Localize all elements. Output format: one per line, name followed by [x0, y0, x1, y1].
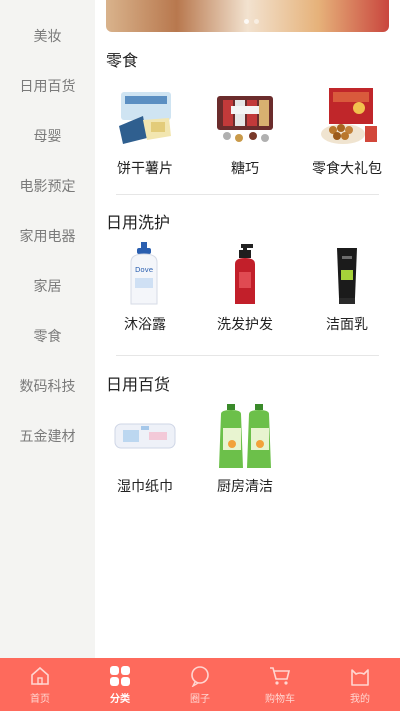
category-content: 零食 饼干薯片 糖巧 零食大礼包 日用洗护 Dove 沐浴露 洗发护发 洁面乳 …	[95, 0, 400, 658]
app-screen: 美妆 日用百货 母婴 电影预定 家用电器 家居 零食 数码科技 五金建材 零食	[0, 0, 400, 711]
product-label: 沐浴露	[124, 317, 166, 333]
section-title-daily-goods: 日用百货	[106, 375, 171, 394]
promo-banner[interactable]	[106, 0, 389, 32]
tab-profile[interactable]: 我的	[320, 658, 400, 711]
sidebar-item-label: 美妆	[33, 29, 62, 45]
product-snack-gift-pack[interactable]: 零食大礼包	[297, 86, 397, 178]
tab-label: 我的	[350, 694, 370, 705]
sidebar-item-label: 家居	[33, 279, 62, 295]
sidebar-item-label: 日用百货	[19, 79, 76, 95]
product-label: 零食大礼包	[312, 161, 382, 177]
sidebar-item-label: 零食	[33, 329, 62, 345]
product-label: 洁面乳	[326, 317, 368, 333]
sidebar-item-daily-goods[interactable]: 日用百货	[0, 76, 95, 96]
tab-label: 圈子	[190, 694, 210, 705]
sidebar-item-movie[interactable]: 电影预定	[0, 176, 95, 196]
category-grid-icon	[109, 665, 131, 687]
tab-community[interactable]: 圈子	[160, 658, 240, 711]
product-kitchen-cleaning[interactable]: 厨房清洁	[195, 404, 295, 496]
product-label: 饼干薯片	[117, 161, 173, 177]
cat-face-icon	[349, 665, 371, 687]
shampoo-bottle-icon	[213, 242, 277, 306]
tab-label: 首页	[30, 694, 50, 705]
product-shampoo[interactable]: 洗发护发	[195, 242, 295, 334]
sidebar-item-snacks[interactable]: 零食	[0, 326, 95, 346]
sidebar-item-label: 母婴	[33, 129, 62, 145]
tab-home[interactable]: 首页	[0, 658, 80, 711]
tab-cart[interactable]: 购物车	[240, 658, 320, 711]
home-icon	[29, 665, 51, 687]
product-candy-chocolate[interactable]: 糖巧	[195, 86, 295, 178]
cart-icon	[269, 665, 291, 687]
product-biscuit-chips[interactable]: 饼干薯片	[95, 86, 195, 178]
biscuit-box-icon	[113, 86, 177, 150]
sidebar-item-label: 家用电器	[19, 229, 76, 245]
sidebar-item-home[interactable]: 家居	[0, 276, 95, 296]
bottom-tab-bar: 首页 分类 圈子 购物车 我的	[0, 658, 400, 711]
sidebar-item-appliances[interactable]: 家用电器	[0, 226, 95, 246]
tab-category[interactable]: 分类	[80, 658, 160, 711]
product-label: 洗发护发	[217, 317, 273, 333]
category-sidebar: 美妆 日用百货 母婴 电影预定 家用电器 家居 零食 数码科技 五金建材	[0, 0, 95, 658]
chocolate-kisses-icon	[213, 86, 277, 150]
sidebar-item-label: 数码科技	[19, 379, 76, 395]
body-wash-bottle-icon: Dove	[113, 242, 177, 306]
section-title-snacks: 零食	[106, 51, 139, 70]
facial-cleanser-tube-icon	[315, 242, 379, 306]
sidebar-item-baby[interactable]: 母婴	[0, 126, 95, 146]
section-divider	[116, 355, 379, 356]
product-label: 糖巧	[231, 161, 259, 177]
sidebar-item-label: 电影预定	[19, 179, 76, 195]
sidebar-item-hardware[interactable]: 五金建材	[0, 426, 95, 446]
tab-label: 购物车	[265, 694, 295, 705]
product-label: 湿巾纸巾	[117, 479, 173, 495]
banner-dot	[244, 19, 249, 24]
chat-bubble-icon	[189, 665, 211, 688]
tab-label: 分类	[110, 694, 130, 705]
banner-dot	[254, 19, 259, 24]
product-wet-wipes[interactable]: 湿巾纸巾	[95, 404, 195, 496]
sidebar-item-label: 五金建材	[19, 429, 76, 445]
product-label: 厨房清洁	[217, 479, 273, 495]
gift-box-nuts-icon	[315, 86, 379, 150]
sidebar-item-digital[interactable]: 数码科技	[0, 376, 95, 396]
svg-text:Dove: Dove	[135, 266, 153, 274]
section-divider	[116, 194, 379, 195]
wet-wipes-pack-icon	[113, 404, 177, 468]
dish-soap-bottles-icon	[213, 404, 277, 468]
product-facial-cleanser[interactable]: 洁面乳	[297, 242, 397, 334]
product-body-wash[interactable]: Dove 沐浴露	[95, 242, 195, 334]
sidebar-item-makeup[interactable]: 美妆	[0, 26, 95, 46]
section-title-daily-care: 日用洗护	[106, 213, 171, 232]
